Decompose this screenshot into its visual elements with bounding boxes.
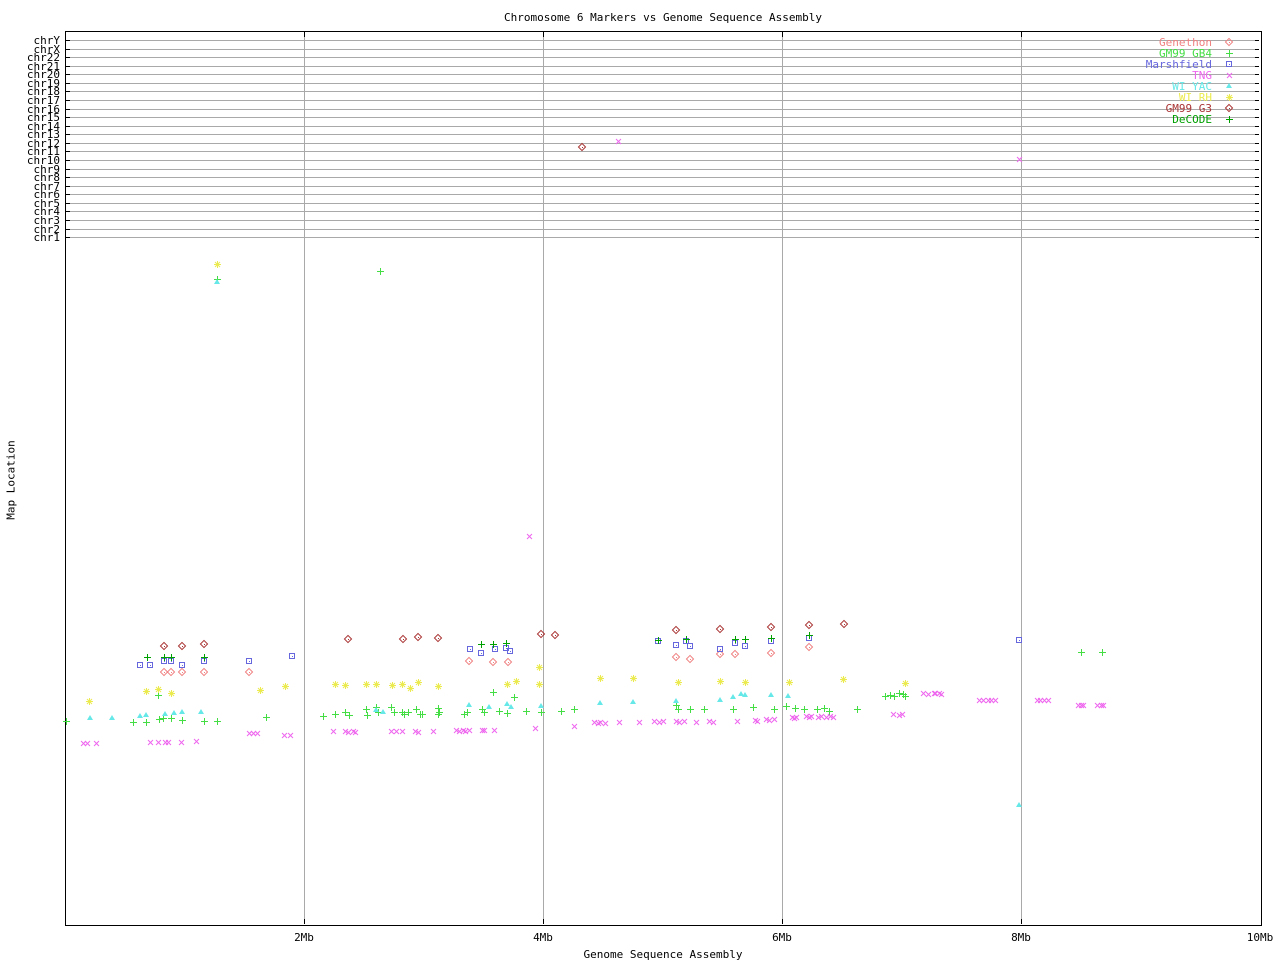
x-tick-bottom <box>1021 919 1022 924</box>
gridline-h-chr20 <box>66 74 1259 75</box>
gridline-h-chr10 <box>66 160 1259 161</box>
gridline-h-chr5 <box>66 203 1259 204</box>
x-tick-label-2Mb: 2Mb <box>294 931 314 944</box>
y-tick-left <box>66 117 70 118</box>
plot-frame <box>65 31 1262 926</box>
y-tick-right <box>1255 57 1259 58</box>
gridline-v-4Mb <box>543 32 544 924</box>
x-tick-top <box>1021 32 1022 37</box>
gridline-h-chr11 <box>66 151 1259 152</box>
gridline-h-chr22 <box>66 57 1259 58</box>
y-tick-right <box>1255 237 1259 238</box>
gridline-h-chr19 <box>66 83 1259 84</box>
y-tick-right <box>1255 177 1259 178</box>
y-tick-right <box>1255 220 1259 221</box>
gridline-h-chr12 <box>66 143 1259 144</box>
y-tick-left <box>66 49 70 50</box>
y-tick-label-chr1: chr1 <box>33 231 61 244</box>
y-tick-right <box>1255 143 1259 144</box>
gridline-h-chr16 <box>66 109 1259 110</box>
gridline-v-2Mb <box>304 32 305 924</box>
x-tick-top <box>782 32 783 37</box>
chart-title: Chromosome 6 Markers vs Genome Sequence … <box>504 11 822 24</box>
y-tick-left <box>66 40 70 41</box>
gridline-v-6Mb <box>782 32 783 924</box>
x-tick-label-6Mb: 6Mb <box>772 931 792 944</box>
y-tick-right <box>1255 211 1259 212</box>
y-tick-left <box>66 57 70 58</box>
y-tick-left <box>66 169 70 170</box>
gridline-h-chr3 <box>66 220 1259 221</box>
y-tick-right <box>1255 91 1259 92</box>
x-tick-bottom <box>543 919 544 924</box>
x-tick-label-10Mb: 10Mb <box>1246 931 1274 944</box>
y-tick-right <box>1255 126 1259 127</box>
y-tick-left <box>66 126 70 127</box>
y-tick-left <box>66 134 70 135</box>
y-tick-right <box>1255 40 1259 41</box>
y-tick-right <box>1255 203 1259 204</box>
x-tick-label-4Mb: 4Mb <box>533 931 553 944</box>
y-tick-right <box>1255 66 1259 67</box>
y-axis-title: Map Location <box>4 440 18 520</box>
gridline-h-chr14 <box>66 126 1259 127</box>
y-tick-left <box>66 220 70 221</box>
y-tick-left <box>66 66 70 67</box>
y-tick-right <box>1255 117 1259 118</box>
y-tick-right <box>1255 169 1259 170</box>
gridline-h-chrX <box>66 49 1259 50</box>
gridline-h-chr7 <box>66 186 1259 187</box>
y-tick-left <box>66 74 70 75</box>
gridline-h-chr6 <box>66 194 1259 195</box>
y-tick-left <box>66 211 70 212</box>
gridline-h-chr13 <box>66 134 1259 135</box>
legend-label-decode: DeCODE <box>1172 113 1212 126</box>
y-tick-left <box>66 83 70 84</box>
y-tick-right <box>1255 160 1259 161</box>
gridline-h-chr21 <box>66 66 1259 67</box>
x-tick-label-8Mb: 8Mb <box>1011 931 1031 944</box>
x-axis-title: Genome Sequence Assembly <box>583 948 743 960</box>
y-tick-right <box>1255 186 1259 187</box>
y-tick-left <box>66 100 70 101</box>
y-tick-left <box>66 186 70 187</box>
y-tick-left <box>66 160 70 161</box>
gridline-h-chr15 <box>66 117 1259 118</box>
x-tick-top <box>304 32 305 37</box>
y-tick-left <box>66 177 70 178</box>
y-tick-right <box>1255 100 1259 101</box>
y-tick-left <box>66 143 70 144</box>
y-tick-left <box>66 194 70 195</box>
gridline-h-chr17 <box>66 100 1259 101</box>
y-tick-right <box>1255 229 1259 230</box>
gridline-h-chr18 <box>66 91 1259 92</box>
chart-canvas: Chromosome 6 Markers vs Genome Sequence … <box>0 0 1280 960</box>
gridline-h-chr1 <box>66 237 1259 238</box>
gridline-h-chr4 <box>66 211 1259 212</box>
y-tick-left <box>66 151 70 152</box>
y-tick-right <box>1255 74 1259 75</box>
y-tick-right <box>1255 194 1259 195</box>
y-tick-left <box>66 237 70 238</box>
gridline-h-chr8 <box>66 177 1259 178</box>
gridline-h-chr2 <box>66 229 1259 230</box>
y-tick-left <box>66 229 70 230</box>
y-tick-left <box>66 203 70 204</box>
gridline-h-chr9 <box>66 169 1259 170</box>
y-tick-right <box>1255 49 1259 50</box>
y-tick-right <box>1255 109 1259 110</box>
y-tick-right <box>1255 83 1259 84</box>
y-tick-right <box>1255 151 1259 152</box>
gridline-v-8Mb <box>1021 32 1022 924</box>
x-tick-top <box>543 32 544 37</box>
y-tick-left <box>66 91 70 92</box>
y-tick-left <box>66 109 70 110</box>
y-tick-right <box>1255 134 1259 135</box>
x-tick-bottom <box>304 919 305 924</box>
x-tick-bottom <box>782 919 783 924</box>
gridline-h-chrY <box>66 40 1259 41</box>
